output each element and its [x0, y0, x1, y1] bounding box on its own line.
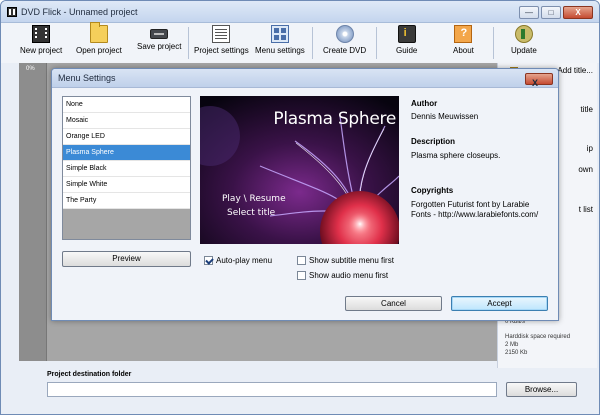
open-project-label: Open project: [76, 46, 122, 55]
about-button[interactable]: About: [453, 25, 474, 55]
title-bar: DVD Flick - Unnamed project — □ X: [1, 1, 599, 23]
close-icon: X: [575, 8, 581, 17]
new-project-button[interactable]: New project: [20, 25, 62, 55]
copyrights-value: Forgotten Futurist font by Larabie Fonts…: [411, 200, 539, 219]
menu-item-simple-white[interactable]: Simple White: [63, 177, 190, 193]
guide-button[interactable]: Guide: [396, 25, 417, 55]
project-settings-icon: [212, 25, 231, 43]
author-heading: Author: [411, 99, 438, 108]
update-icon: [514, 25, 533, 43]
accept-button[interactable]: Accept: [451, 296, 548, 311]
about-icon: [454, 25, 473, 43]
menu-item-orange-led[interactable]: Orange LED: [63, 129, 190, 145]
new-project-label: New project: [20, 46, 63, 55]
maximize-button[interactable]: □: [541, 6, 561, 19]
film-icon: [32, 25, 51, 43]
menu-settings-dialog: Menu Settings X None Mosaic Orange LED P…: [51, 68, 559, 321]
save-project-label: Save project: [137, 42, 182, 51]
dvd-icon: [335, 25, 354, 43]
save-project-button[interactable]: Save project: [137, 25, 181, 51]
copyrights-heading: Copyrights: [411, 186, 454, 195]
right-panel-item[interactable]: own: [578, 165, 593, 174]
harddisk-label: Harddisk space required: [505, 334, 571, 340]
close-button[interactable]: X: [563, 6, 593, 19]
maximize-icon: □: [548, 8, 554, 17]
menu-settings-icon: [270, 25, 289, 43]
progress-strip: 0%: [19, 63, 47, 361]
subtitle-first-label: Show subtitle menu first: [309, 256, 394, 265]
cancel-button[interactable]: Cancel: [345, 296, 442, 311]
guide-icon: [397, 25, 416, 43]
right-panel-item[interactable]: title: [581, 105, 593, 114]
audio-first-label: Show audio menu first: [309, 271, 389, 280]
subtitle-first-checkbox[interactable]: Show subtitle menu first: [297, 256, 394, 265]
folder-icon: [89, 22, 108, 43]
right-panel-item[interactable]: t list: [579, 205, 593, 214]
author-value: Dennis Meuwissen: [411, 112, 479, 121]
autoplay-checkbox[interactable]: Auto-play menu: [204, 256, 272, 265]
browse-button[interactable]: Browse...: [506, 382, 577, 397]
toolbar-separator: [312, 27, 313, 59]
menu-item-none[interactable]: None: [63, 97, 190, 113]
toolbar-separator: [493, 27, 494, 59]
toolbar: New project Open project Save project Pr…: [1, 22, 599, 63]
destination-label: Project destination folder: [47, 371, 132, 378]
main-window: DVD Flick - Unnamed project — □ X New pr…: [0, 0, 600, 415]
audio-first-checkbox[interactable]: Show audio menu first: [297, 271, 388, 280]
checkbox-icon: [297, 271, 306, 280]
save-icon: [150, 29, 169, 39]
menu-settings-button[interactable]: Menu settings: [255, 25, 305, 55]
toolbar-separator: [376, 27, 377, 59]
about-label: About: [453, 46, 474, 55]
update-button[interactable]: Update: [511, 25, 537, 55]
close-icon: X: [532, 78, 539, 88]
menu-list: None Mosaic Orange LED Plasma Sphere Sim…: [62, 96, 191, 240]
dialog-title-bar: Menu Settings X: [52, 69, 558, 88]
description-value: Plasma sphere closeups.: [411, 151, 501, 160]
menu-item-plasma-sphere[interactable]: Plasma Sphere: [63, 145, 190, 161]
open-project-button[interactable]: Open project: [76, 22, 122, 55]
project-settings-label: Project settings: [194, 46, 249, 55]
window-controls: — □ X: [519, 6, 593, 19]
preview-select-title: Select title: [227, 208, 276, 218]
minimize-icon: —: [525, 8, 533, 17]
project-settings-button[interactable]: Project settings: [194, 25, 249, 55]
checkbox-checked-icon: [204, 256, 213, 265]
create-dvd-button[interactable]: Create DVD: [323, 25, 366, 55]
guide-label: Guide: [396, 46, 418, 55]
create-dvd-label: Create DVD: [323, 46, 367, 55]
menu-settings-label: Menu settings: [255, 46, 305, 55]
harddisk-kb: 2150 Kb: [505, 350, 528, 356]
dialog-close-button[interactable]: X: [525, 73, 553, 88]
checkbox-icon: [297, 256, 306, 265]
menu-preview-image: Plasma Sphere Play \ Resume Select title: [200, 96, 399, 244]
preview-play-resume: Play \ Resume: [222, 194, 286, 204]
menu-item-mosaic[interactable]: Mosaic: [63, 113, 190, 129]
minimize-button[interactable]: —: [519, 6, 539, 19]
autoplay-label: Auto-play menu: [216, 256, 273, 265]
preview-title: Plasma Sphere: [273, 109, 396, 129]
dialog-title: Menu Settings: [58, 73, 116, 83]
description-heading: Description: [411, 137, 456, 146]
right-panel-item[interactable]: ip: [587, 144, 593, 153]
destination-input[interactable]: [47, 382, 497, 397]
toolbar-separator: [188, 27, 189, 59]
film-icon: [7, 7, 17, 17]
progress-percent: 0%: [26, 66, 35, 72]
menu-item-the-party[interactable]: The Party: [63, 193, 190, 209]
add-title-link[interactable]: Add title...: [557, 66, 593, 75]
harddisk-mb: 2 Mb: [505, 342, 519, 348]
preview-button[interactable]: Preview: [62, 251, 191, 267]
window-title: DVD Flick - Unnamed project: [21, 7, 138, 17]
update-label: Update: [511, 46, 537, 55]
menu-item-simple-black[interactable]: Simple Black: [63, 161, 190, 177]
